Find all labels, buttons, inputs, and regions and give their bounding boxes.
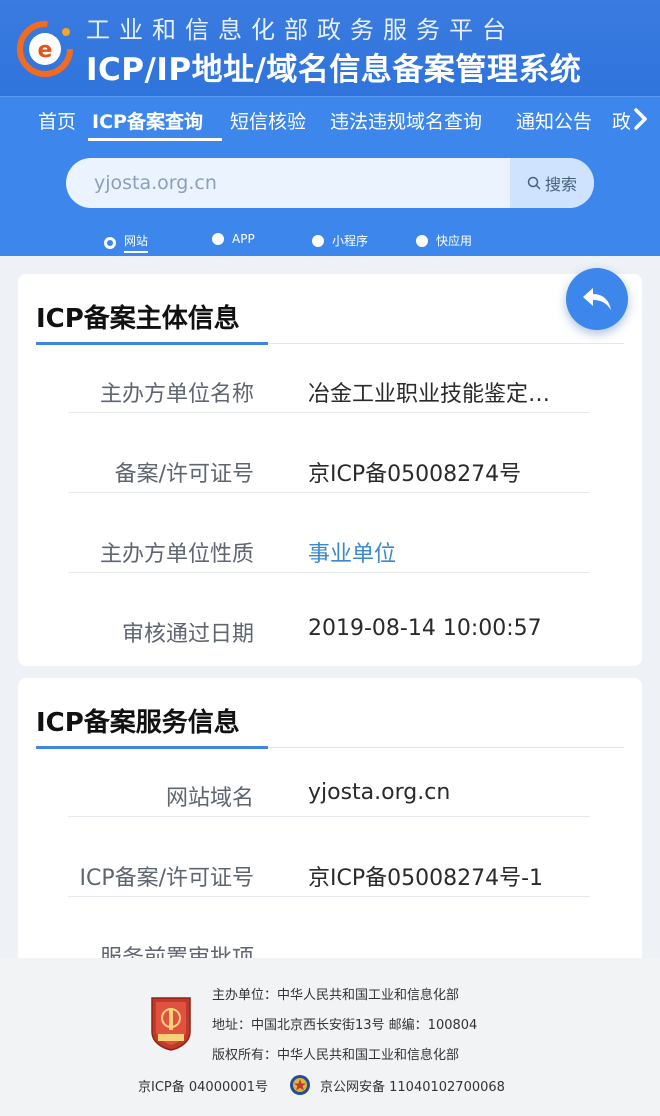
dangzheng-jiguan-emblem-icon[interactable] [148,994,194,1052]
radio-dot [212,233,224,245]
type-radio-quickapp[interactable]: 快应用 [416,232,472,249]
footer-copyright: 版权所有：中华人民共和国工业和信息化部 [212,1048,460,1063]
info-row-license-number: 备案/许可证号 京ICP备05008274号 [18,432,642,512]
svg-text:e: e [38,38,53,63]
system-title: ICP/IP地址/域名信息备案管理系统 [86,52,582,88]
divider [68,412,590,413]
divider [68,572,590,573]
main-nav: 首页 ICP备案查询 短信核验 违法违规域名查询 通知公告 政 [0,96,660,146]
divider [268,343,624,344]
search-button[interactable]: 搜索 [510,158,594,208]
type-radio-miniprogram[interactable]: 小程序 [312,232,368,249]
divider [68,816,590,817]
info-row-domain: 网站域名 yjosta.org.cn [18,756,642,836]
icp-service-card: ICP备案服务信息 网站域名 yjosta.org.cn ICP备案/许可证号 … [18,678,642,971]
row-label: 备案/许可证号 [114,462,254,487]
row-value: yjosta.org.cn [308,780,451,805]
search-input[interactable] [66,158,510,208]
type-label-website: 网站 [124,232,149,253]
row-label: 主办方单位名称 [99,382,254,407]
row-label: 主办方单位性质 [99,542,254,567]
nav-item-sms-verify[interactable]: 短信核验 [230,107,306,134]
platform-name: 工业和信息化部政务服务平台 [86,16,515,44]
info-row-host-name: 主办方单位名称 冶金工业职业技能鉴定… [18,352,642,432]
row-value: 京ICP备05008274号-1 [308,866,544,891]
row-value: 2019-08-14 10:00:57 [308,616,542,641]
info-row-host-type: 主办方单位性质 事业单位 [18,512,642,592]
footer-address: 地址：中国北京西长安街13号 邮编：100804 [212,1018,478,1033]
nav-item-notices[interactable]: 通知公告 [516,107,592,134]
divider [268,747,624,748]
radio-dot [312,234,324,247]
footer-host: 主办单位：中华人民共和国工业和信息化部 [212,988,460,1003]
search-box: 搜索 [66,158,594,208]
icp-subject-card: ICP备案主体信息 主办方单位名称 冶金工业职业技能鉴定… 备案/许可证号 京I… [18,274,642,666]
e-gov-logo-icon: e [17,21,73,77]
divider [68,492,590,493]
nav-item-illegal-domain[interactable]: 违法违规域名查询 [330,107,482,134]
row-label: ICP备案/许可证号 [79,866,254,891]
row-label: 网站域名 [165,786,254,811]
type-label-app: APP [232,232,255,246]
host-type-link[interactable]: 事业单位 [308,536,396,568]
footer-registration: 京ICP备 04000001号 京公网安备 11040102700068 [0,1073,660,1097]
nav-item-policy[interactable]: 政 [612,107,630,134]
card-title-underline [36,342,268,345]
footer-psb-link[interactable]: 京公网安备 11040102700068 [320,1076,505,1095]
card-title: ICP备案主体信息 [36,304,240,334]
radio-dot [104,236,116,249]
nav-item-icp-query[interactable]: ICP备案查询 [92,107,203,134]
row-value: 京ICP备05008274号 [308,462,522,487]
row-label: 审核通过日期 [121,622,254,647]
type-label-quickapp: 快应用 [436,234,473,248]
type-label-miniprogram: 小程序 [332,234,369,248]
footer-icp-link[interactable]: 京ICP备 04000001号 [138,1076,268,1095]
info-row-approval-date: 审核通过日期 2019-08-14 10:00:57 [18,592,642,672]
radio-dot [416,234,428,247]
card-title: ICP备案服务信息 [36,708,240,738]
chevron-right-icon[interactable] [630,105,650,133]
search-area: 搜索 网站 APP 小程序 快应用 [0,146,660,256]
site-footer: 主办单位：中华人民共和国工业和信息化部 地址：中国北京西长安街13号 邮编：10… [0,958,660,1116]
type-selector: 网站 APP 小程序 快应用 [0,232,660,253]
row-value: 冶金工业职业技能鉴定… [308,382,551,407]
type-radio-app[interactable]: APP [212,232,255,246]
search-button-label: 搜索 [544,175,577,194]
nav-active-indicator [88,138,222,141]
site-header: e 工业和信息化部政务服务平台 ICP/IP地址/域名信息备案管理系统 [0,0,660,96]
card-title-underline [36,746,268,749]
nav-item-home[interactable]: 首页 [38,107,76,134]
back-button[interactable] [566,268,628,330]
search-icon [527,176,541,190]
type-radio-website[interactable]: 网站 [104,232,149,253]
info-row-service-license: ICP备案/许可证号 京ICP备05008274号-1 [18,836,642,916]
divider [68,896,590,897]
back-arrow-icon [583,288,611,310]
police-badge-icon [290,1075,310,1095]
